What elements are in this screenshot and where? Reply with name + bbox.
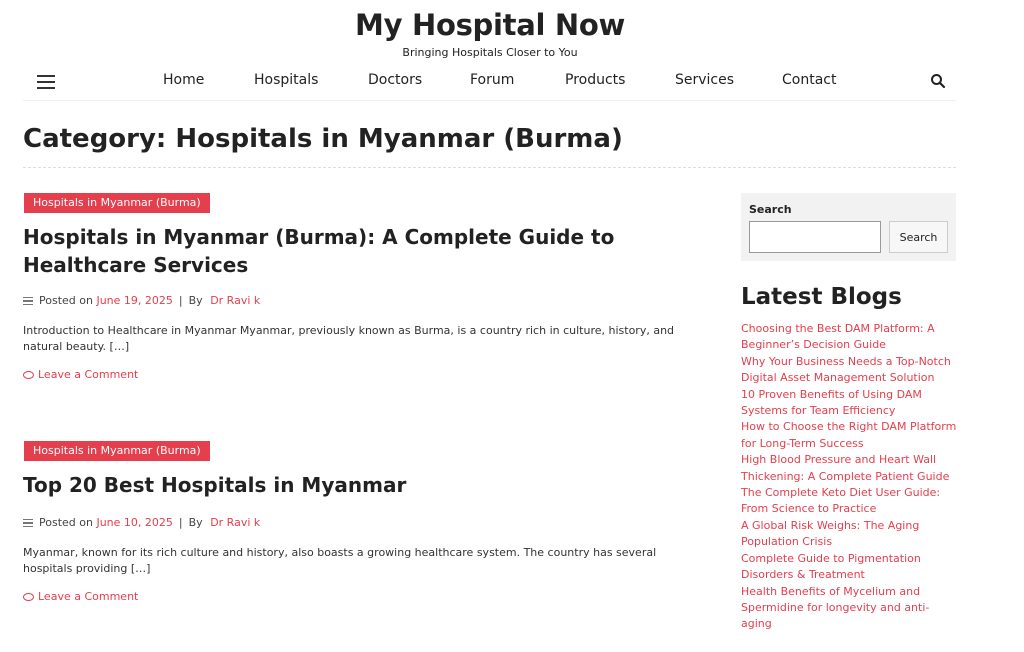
category-badge[interactable]: Hospitals in Myanmar (Burma) [24,441,210,461]
author-link[interactable]: Dr Ravi k [210,294,260,307]
site-title[interactable]: My Hospital Now [0,8,980,42]
menu-lines-icon [23,518,34,528]
latest-blogs-heading: Latest Blogs [741,284,902,310]
by-label: By [188,294,203,307]
nav-item-hospitals[interactable]: Hospitals [254,72,318,88]
search-icon[interactable] [930,73,946,89]
meta-separator: | [178,516,183,529]
latest-blog-link[interactable]: How to Choose the Right DAM Platform for… [741,419,959,452]
nav-item-products[interactable]: Products [565,72,625,88]
menu-lines-icon [23,296,34,306]
leave-comment-label: Leave a Comment [38,368,139,381]
main-navigation: Home Hospitals Doctors Forum Products Se… [23,64,956,101]
category-badge[interactable]: Hospitals in Myanmar (Burma) [24,193,210,213]
search-label: Search [749,203,792,216]
latest-blog-link[interactable]: Health Benefits of Mycelium and Spermidi… [741,584,959,633]
post-title[interactable]: Top 20 Best Hospitals in Myanmar [23,471,683,499]
nav-item-home[interactable]: Home [163,72,204,88]
meta-separator: | [178,294,183,307]
nav-item-doctors[interactable]: Doctors [368,72,422,88]
sidebar-search-widget: Search Search [741,193,956,261]
page-title: Category: Hospitals in Myanmar (Burma) [23,124,623,154]
by-label: By [188,516,203,529]
latest-blogs-list: Choosing the Best DAM Platform: A Beginn… [741,321,959,633]
site-header: My Hospital Now Bringing Hospitals Close… [0,0,980,60]
post-excerpt: Introduction to Healthcare in Myanmar My… [23,324,675,353]
hamburger-menu-icon[interactable] [37,75,55,89]
author-link[interactable]: Dr Ravi k [210,516,260,529]
search-input[interactable] [749,221,881,253]
leave-comment-label: Leave a Comment [38,590,139,603]
latest-blog-link[interactable]: A Global Risk Weighs: The Aging Populati… [741,518,959,551]
latest-blog-link[interactable]: The Complete Keto Diet User Guide: From … [741,485,959,518]
title-divider [23,167,956,168]
latest-blog-link[interactable]: 10 Proven Benefits of Using DAM Systems … [741,387,959,420]
nav-item-contact[interactable]: Contact [782,72,836,88]
post-excerpt: Myanmar, known for its rich culture and … [23,546,657,575]
post-meta: Posted on June 10, 2025 | By Dr Ravi k [23,516,260,529]
latest-blog-link[interactable]: Choosing the Best DAM Platform: A Beginn… [741,321,959,354]
site-tagline: Bringing Hospitals Closer to You [402,46,578,59]
post-date-link[interactable]: June 10, 2025 [96,516,172,529]
comment-icon [23,593,34,601]
latest-blog-link[interactable]: Complete Guide to Pigmentation Disorders… [741,551,959,584]
post-meta: Posted on June 19, 2025 | By Dr Ravi k [23,294,260,307]
search-button[interactable]: Search [889,221,948,253]
latest-blog-link[interactable]: High Blood Pressure and Heart Wall Thick… [741,452,959,485]
nav-item-services[interactable]: Services [675,72,734,88]
post-date-link[interactable]: June 19, 2025 [96,294,172,307]
leave-comment-link[interactable]: Leave a Comment [23,368,138,381]
posted-on-label: Posted on [39,516,93,529]
leave-comment-link[interactable]: Leave a Comment [23,590,138,603]
comment-icon [23,371,34,379]
post-title[interactable]: Hospitals in Myanmar (Burma): A Complete… [23,223,683,279]
nav-item-forum[interactable]: Forum [470,72,514,88]
latest-blog-link[interactable]: Why Your Business Needs a Top-Notch Digi… [741,354,959,387]
posted-on-label: Posted on [39,294,93,307]
